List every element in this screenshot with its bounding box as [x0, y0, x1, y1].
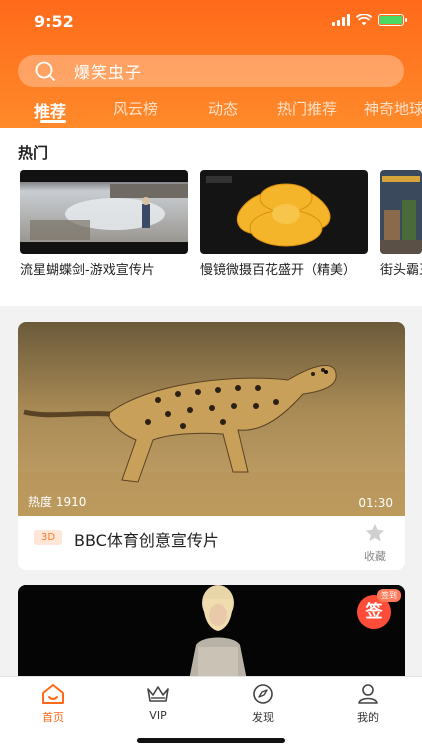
hot-section: 热门 流星蝴蝶剑-游戏宣传片 慢镜微摄百花盛开（精美） 街头霸 [0, 128, 422, 306]
sign-in-button[interactable]: 签 签到 [357, 589, 401, 629]
tab-ranking[interactable]: 风云榜 [113, 98, 158, 119]
category-tabs: 推荐 风云榜 动态 热门推荐 神奇地球 [0, 96, 422, 128]
tabbar-vip[interactable]: VIP [123, 683, 193, 722]
hot-video-card[interactable]: 流星蝴蝶剑-游戏宣传片 [20, 170, 188, 278]
tabbar-discover-label: 发现 [252, 711, 274, 724]
video-duration: 01:30 [358, 496, 393, 510]
video-title: BBC体育创意宣传片 [74, 531, 219, 550]
hot-video-card[interactable]: 慢镜微摄百花盛开（精美） [200, 170, 368, 278]
video-title: 流星蝴蝶剑-游戏宣传片 [20, 263, 155, 278]
status-time: 9:52 [34, 12, 74, 31]
video-title: 慢镜微摄百花盛开（精美） [200, 263, 357, 278]
status-icons [332, 14, 407, 26]
tabbar-discover[interactable]: 发现 [228, 683, 298, 725]
tab-dynamic[interactable]: 动态 [208, 98, 238, 119]
hot-section-title: 热门 [18, 144, 49, 162]
search-bar[interactable]: 爆笑虫子 [18, 55, 404, 87]
heat-count: 热度 1910 [28, 495, 87, 509]
search-placeholder: 爆笑虫子 [74, 63, 143, 82]
tab-hot-recommend[interactable]: 热门推荐 [277, 98, 337, 119]
hot-video-card[interactable]: 街头霸王 [380, 170, 422, 278]
home-indicator [137, 738, 285, 743]
format-badge: 3D [34, 530, 63, 545]
video-thumbnail [380, 170, 422, 254]
tab-amazing-earth[interactable]: 神奇地球 [364, 98, 422, 119]
star-icon [365, 523, 385, 542]
sign-in-tag: 签到 [377, 589, 401, 602]
home-icon [42, 684, 64, 704]
video-title: 街头霸王 [380, 263, 422, 278]
active-tab-indicator [40, 120, 66, 123]
status-bar: 9:52 [0, 0, 422, 44]
search-icon [35, 61, 55, 81]
feed-video-card[interactable]: 签 签到 [18, 585, 405, 685]
header: 9:52 爆笑虫子 推荐 风云榜 动态 热门推荐 神奇地球 [0, 0, 422, 128]
tabbar-me-label: 我的 [357, 711, 379, 724]
crown-icon [147, 686, 169, 702]
tabbar-home[interactable]: 首页 [18, 683, 88, 725]
favorite-button[interactable]: 收藏 [361, 522, 389, 564]
video-thumbnail [200, 170, 368, 254]
user-icon [358, 684, 378, 704]
tabbar-me[interactable]: 我的 [333, 683, 403, 725]
video-cover: 热度 1910 01:30 [18, 322, 405, 516]
tab-recommend[interactable]: 推荐 [34, 98, 66, 122]
feed-video-card[interactable]: 热度 1910 01:30 3D BBC体育创意宣传片 收藏 [18, 322, 405, 570]
signal-icon [332, 14, 350, 26]
favorite-label: 收藏 [364, 550, 386, 563]
compass-icon [253, 684, 273, 704]
video-thumbnail [20, 170, 188, 254]
video-cover [18, 585, 405, 685]
tabbar-home-label: 首页 [42, 711, 64, 724]
wifi-icon [356, 14, 372, 26]
tabbar-vip-label: VIP [149, 709, 167, 722]
battery-icon [378, 14, 407, 26]
